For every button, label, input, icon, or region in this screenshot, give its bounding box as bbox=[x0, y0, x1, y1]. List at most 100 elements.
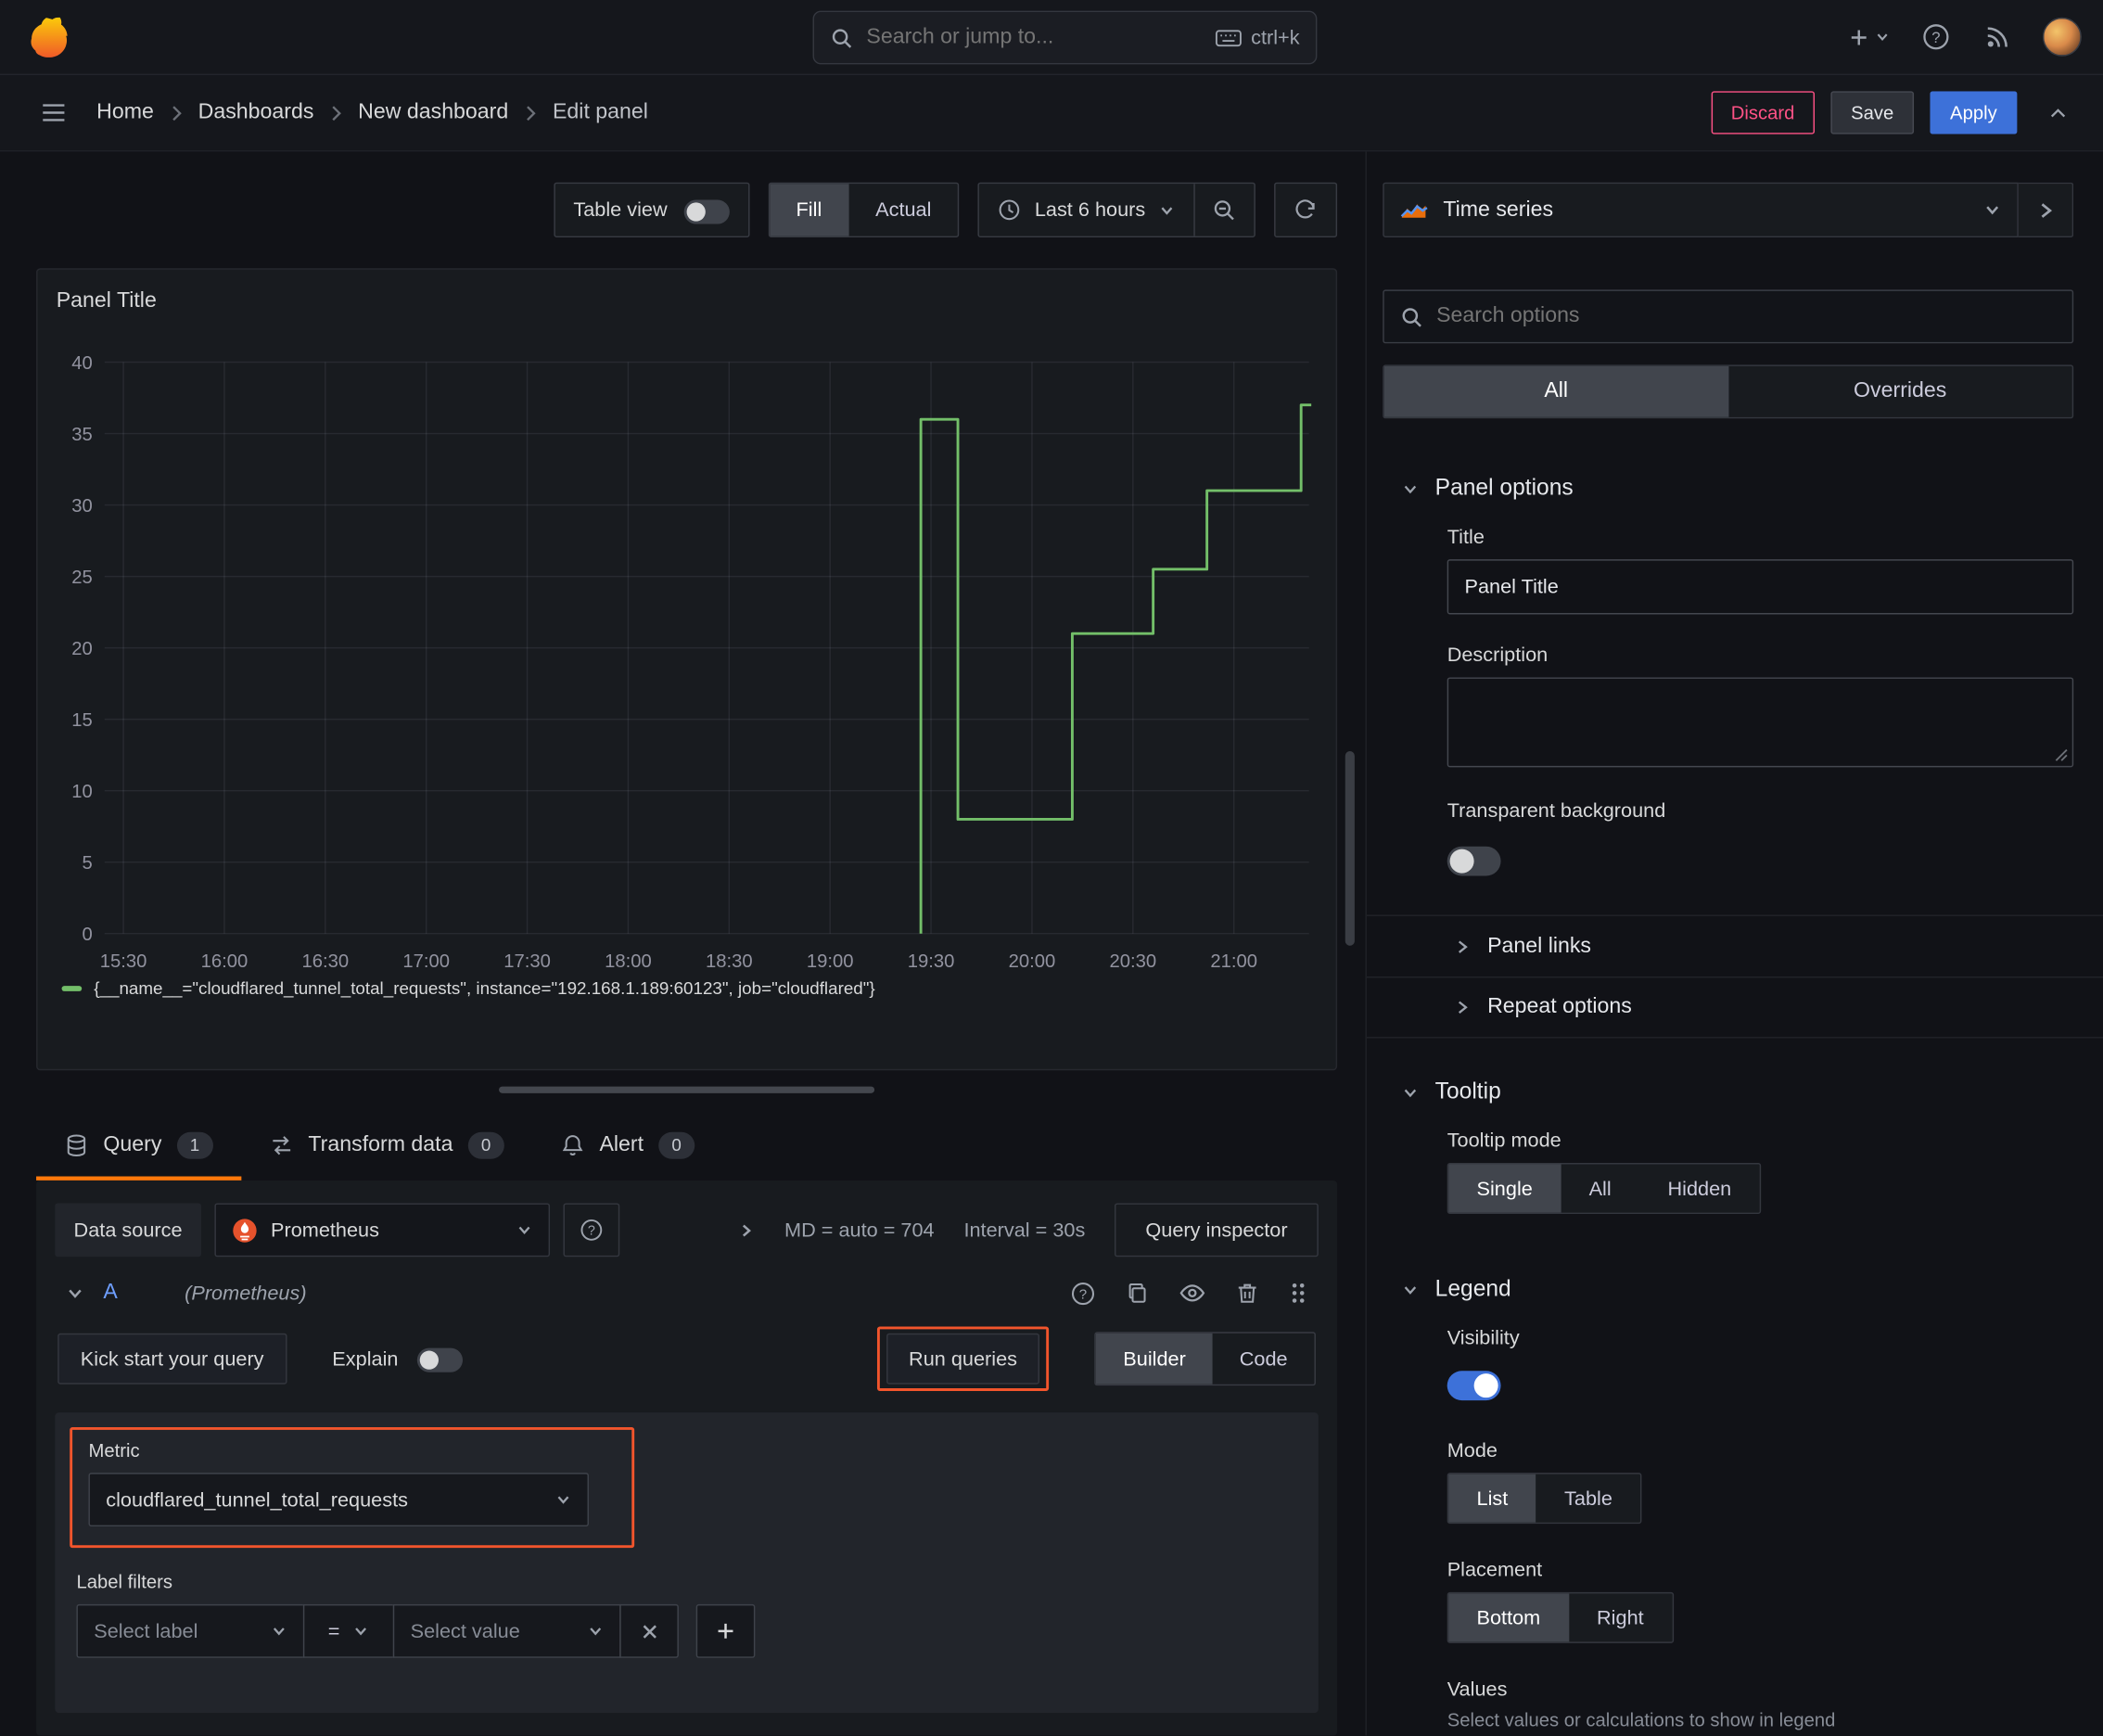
legend-mode-list[interactable]: List bbox=[1448, 1474, 1536, 1523]
kickstart-button[interactable]: Kick start your query bbox=[57, 1333, 287, 1385]
run-queries-button[interactable]: Run queries bbox=[886, 1333, 1040, 1385]
query-help-icon[interactable]: ? bbox=[1070, 1281, 1095, 1306]
tab-query[interactable]: Query 1 bbox=[36, 1111, 242, 1181]
max-datapoints-stat: MD = auto = 704 bbox=[784, 1219, 935, 1242]
chevron-right-icon[interactable] bbox=[737, 1221, 755, 1239]
legend-mode-field: Mode List Table bbox=[1447, 1439, 2073, 1525]
tooltip-header[interactable]: Tooltip bbox=[1383, 1079, 2073, 1105]
new-menu-button[interactable] bbox=[1841, 13, 1898, 61]
apply-button[interactable]: Apply bbox=[1930, 91, 2018, 134]
description-label: Description bbox=[1447, 644, 1549, 667]
breadcrumb-home[interactable]: Home bbox=[96, 100, 154, 124]
svg-text:19:30: 19:30 bbox=[908, 951, 955, 972]
editor-tabs: Query 1 Transform data 0 Alert 0 bbox=[36, 1111, 1337, 1181]
placement-bottom[interactable]: Bottom bbox=[1448, 1593, 1569, 1642]
news-button[interactable] bbox=[1973, 13, 2021, 61]
panel-resize-handle[interactable] bbox=[499, 1086, 875, 1093]
topbar-search[interactable]: ctrl+k bbox=[812, 10, 1318, 65]
query-inspector-button[interactable]: Query inspector bbox=[1115, 1203, 1319, 1257]
table-view-switch[interactable] bbox=[683, 198, 730, 223]
remove-filter-button[interactable] bbox=[619, 1603, 679, 1658]
builder-option[interactable]: Builder bbox=[1096, 1333, 1213, 1385]
svg-text:21:00: 21:00 bbox=[1210, 951, 1257, 972]
operator-dropdown[interactable]: = bbox=[302, 1603, 395, 1658]
query-count-badge: 1 bbox=[176, 1131, 213, 1159]
menu-toggle-button[interactable] bbox=[30, 88, 78, 136]
chevron-up-icon bbox=[2047, 103, 2068, 123]
chevron-right-icon bbox=[2036, 200, 2055, 219]
search-input[interactable] bbox=[866, 25, 1202, 50]
time-range-picker[interactable]: Last 6 hours bbox=[980, 184, 1194, 236]
time-series-chart[interactable]: 15:30 16:00 16:30 17:00 17:30 18:00 18:30 19:00… bbox=[51, 313, 1325, 974]
breadcrumb-new-dashboard[interactable]: New dashboard bbox=[358, 100, 508, 124]
repeat-options-row[interactable]: Repeat options bbox=[1366, 976, 2103, 1039]
grafana-app: ctrl+k ? bbox=[0, 0, 2103, 1736]
panel-options-header[interactable]: Panel options bbox=[1383, 475, 2073, 502]
datasource-row: Data source Prometheus ? MD = auto = 704… bbox=[55, 1203, 1319, 1257]
chevron-down-icon[interactable] bbox=[66, 1283, 84, 1302]
tab-all[interactable]: All bbox=[1383, 365, 1728, 417]
description-textarea[interactable] bbox=[1447, 677, 2074, 768]
panel-options-heading: Panel options bbox=[1434, 475, 1574, 501]
drag-handle-icon[interactable] bbox=[1289, 1281, 1307, 1305]
refresh-button[interactable] bbox=[1274, 182, 1338, 238]
panel-links-row[interactable]: Panel links bbox=[1366, 914, 2103, 976]
fill-option[interactable]: Fill bbox=[769, 184, 849, 236]
discard-button[interactable]: Discard bbox=[1711, 91, 1816, 134]
datasource-help-button[interactable]: ? bbox=[563, 1203, 620, 1257]
query-ref-id[interactable]: A bbox=[103, 1281, 117, 1305]
transparent-background-switch[interactable] bbox=[1447, 846, 1501, 876]
hide-query-icon[interactable] bbox=[1179, 1280, 1205, 1307]
tooltip-mode-single[interactable]: Single bbox=[1448, 1164, 1561, 1213]
panel-preview: Panel Title 15:30 16:00 16:30 17:00 17:30 18:… bbox=[36, 268, 1338, 1071]
topbar: ctrl+k ? bbox=[0, 0, 2103, 75]
help-button[interactable]: ? bbox=[1911, 13, 1959, 61]
explain-label: Explain bbox=[332, 1347, 399, 1371]
collapse-sidebar-button[interactable] bbox=[2018, 182, 2074, 238]
select-value-dropdown[interactable]: Select value bbox=[392, 1603, 621, 1658]
legend-section: Legend Visibility Mode List Table Placem… bbox=[1383, 1276, 2073, 1730]
chart-legend[interactable]: {__name__="cloudflared_tunnel_total_requ… bbox=[51, 977, 1325, 998]
tooltip-mode-all[interactable]: All bbox=[1561, 1165, 1639, 1213]
explain-switch[interactable] bbox=[416, 1347, 463, 1372]
breadcrumb-dashboards[interactable]: Dashboards bbox=[198, 100, 314, 124]
panel-title-input[interactable] bbox=[1447, 559, 2074, 615]
table-view-toggle[interactable]: Table view bbox=[553, 182, 749, 238]
options-search-input[interactable] bbox=[1436, 304, 2057, 329]
legend-visibility-switch[interactable] bbox=[1447, 1371, 1501, 1401]
metric-select[interactable]: cloudflared_tunnel_total_requests bbox=[88, 1473, 589, 1527]
legend-mode-table[interactable]: Table bbox=[1536, 1474, 1641, 1523]
user-avatar[interactable] bbox=[2042, 17, 2082, 57]
legend-header[interactable]: Legend bbox=[1383, 1276, 2073, 1303]
tab-overrides[interactable]: Overrides bbox=[1728, 366, 2072, 417]
query-item-header: A (Prometheus) ? bbox=[55, 1280, 1319, 1307]
placement-right[interactable]: Right bbox=[1569, 1593, 1672, 1641]
svg-text:30: 30 bbox=[71, 496, 93, 517]
datasource-value: Prometheus bbox=[270, 1219, 379, 1242]
svg-text:16:00: 16:00 bbox=[201, 951, 249, 972]
add-filter-button[interactable] bbox=[695, 1603, 756, 1658]
chevron-down-icon bbox=[1159, 202, 1175, 218]
datasource-picker[interactable]: Prometheus bbox=[214, 1203, 550, 1257]
zoom-out-button[interactable] bbox=[1195, 184, 1255, 236]
delete-query-icon[interactable] bbox=[1235, 1281, 1259, 1305]
code-option[interactable]: Code bbox=[1213, 1334, 1315, 1385]
tooltip-mode-hidden[interactable]: Hidden bbox=[1639, 1165, 1760, 1213]
scrollbar-thumb[interactable] bbox=[1345, 751, 1355, 946]
svg-text:40: 40 bbox=[71, 353, 93, 374]
duplicate-query-icon[interactable] bbox=[1126, 1281, 1150, 1305]
label-filter-row: Select label = Select value bbox=[76, 1603, 1296, 1658]
visualization-picker[interactable]: Time series bbox=[1383, 182, 2019, 238]
tab-alert[interactable]: Alert 0 bbox=[532, 1111, 723, 1181]
grafana-logo-icon[interactable] bbox=[30, 16, 72, 58]
metric-annotation: Metric cloudflared_tunnel_total_requests bbox=[70, 1427, 635, 1549]
select-label-dropdown[interactable]: Select label bbox=[76, 1603, 305, 1658]
tab-transform[interactable]: Transform data 0 bbox=[241, 1111, 532, 1181]
collapse-options-button[interactable] bbox=[2033, 88, 2082, 136]
save-button[interactable]: Save bbox=[1830, 91, 1915, 134]
resize-grip-icon[interactable] bbox=[2055, 748, 2068, 761]
options-search[interactable] bbox=[1383, 289, 2074, 344]
actual-option[interactable]: Actual bbox=[848, 184, 958, 236]
chevron-down-icon bbox=[271, 1623, 287, 1639]
svg-text:20:00: 20:00 bbox=[1009, 951, 1056, 972]
